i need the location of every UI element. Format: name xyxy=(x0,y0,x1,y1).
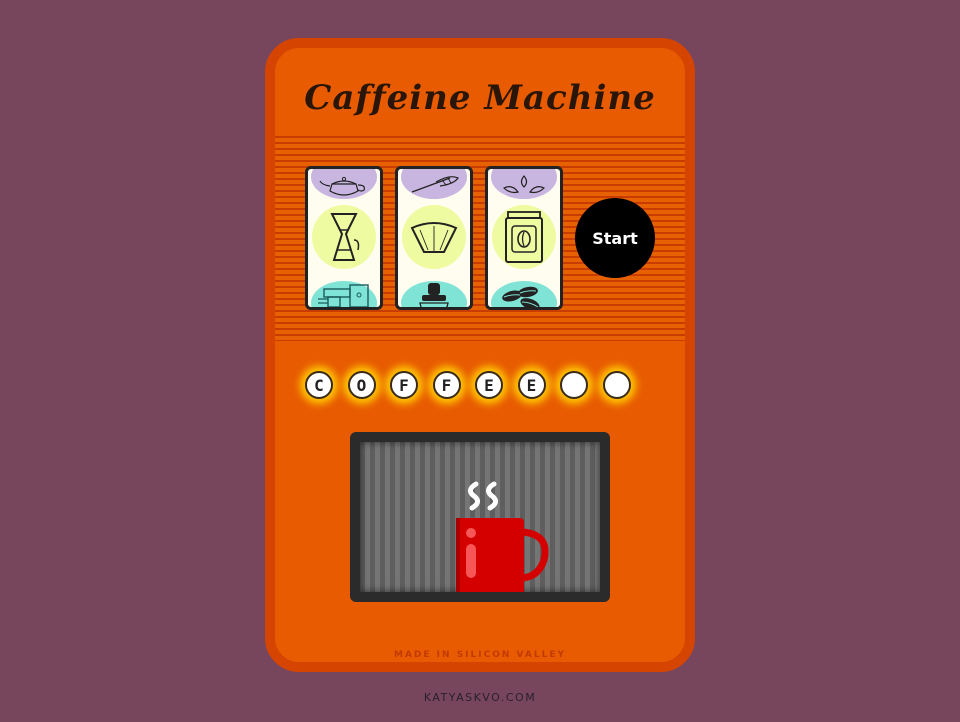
coffee-plant-icon xyxy=(488,169,560,199)
reel-1 xyxy=(305,166,383,310)
steam-icon xyxy=(468,481,498,511)
whisk-icon xyxy=(398,169,470,199)
teapot-icon xyxy=(308,169,380,199)
caffeine-machine: Caffeine Machine Start C O F F E E MADE … xyxy=(265,38,695,672)
letter-slot xyxy=(602,371,631,399)
tamper-icon xyxy=(398,277,470,307)
letter-slot: E xyxy=(517,371,546,399)
chemex-icon xyxy=(308,203,380,273)
letter-display: C O F F E E xyxy=(305,371,631,399)
coffee-beans-icon xyxy=(488,277,560,307)
cup-tray xyxy=(350,432,610,602)
letter-slot: E xyxy=(475,371,503,399)
reel-3 xyxy=(485,166,563,310)
letter-slot: O xyxy=(347,371,376,399)
start-button[interactable]: Start xyxy=(575,198,655,278)
machine-title: Caffeine Machine xyxy=(304,78,656,118)
mug-icon xyxy=(456,518,549,592)
tray-grate xyxy=(360,442,600,592)
coffee-filter-icon xyxy=(398,203,470,273)
espresso-machine-icon xyxy=(308,277,380,307)
reel-2 xyxy=(395,166,473,310)
letter-slot xyxy=(560,371,588,399)
footer-credit[interactable]: KATYASKVO.COM xyxy=(0,691,960,704)
letter-slot: F xyxy=(390,371,418,399)
letter-slot: C xyxy=(305,371,333,399)
made-in-label: MADE IN SILICON VALLEY xyxy=(394,650,566,660)
coffee-jar-icon xyxy=(488,203,560,273)
letter-slot: F xyxy=(432,371,461,399)
